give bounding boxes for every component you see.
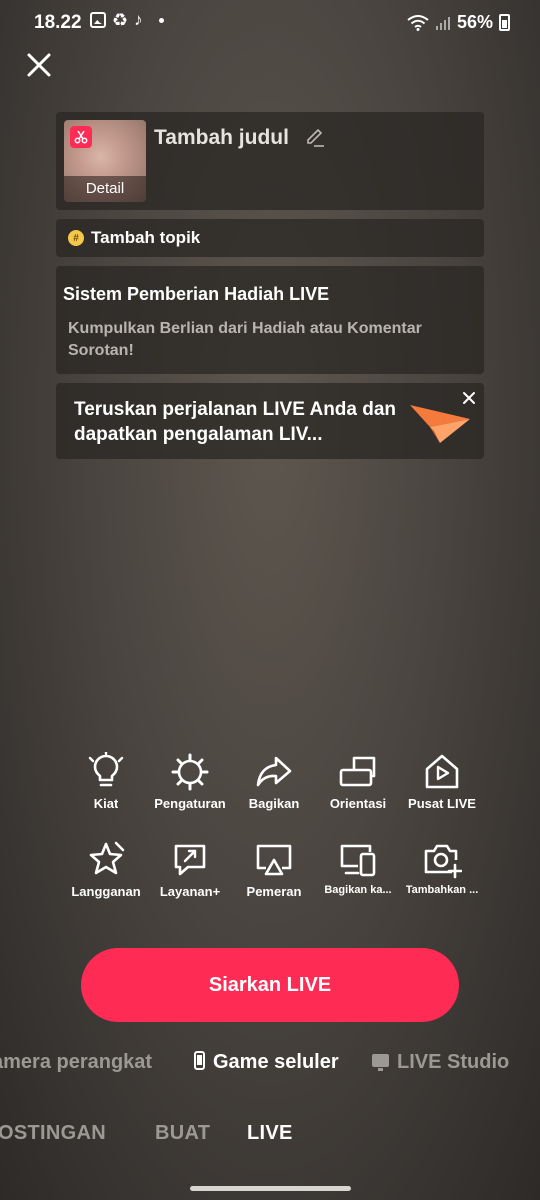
source-live-studio[interactable]: LIVE Studio — [372, 1051, 509, 1074]
tips-button[interactable]: Kiat — [64, 752, 148, 811]
subscription-icon — [89, 841, 125, 875]
source-mobile-game[interactable]: Game seluler — [194, 1051, 339, 1074]
status-bar: 18.22 ♻ ♪ 56% — [0, 0, 540, 46]
signal-icon — [435, 16, 450, 30]
status-right: 56% — [407, 12, 510, 33]
mode-tabs: OSTINGAN BUAT LIVE — [0, 1118, 540, 1148]
share-screen-button[interactable]: Bagikan ka... — [316, 840, 400, 899]
live-center-button[interactable]: Pusat LIVE — [400, 752, 484, 811]
home-indicator[interactable] — [190, 1186, 351, 1191]
gallery-icon — [90, 12, 106, 28]
sync-icon: ♻ — [112, 10, 129, 30]
services-icon — [174, 844, 206, 876]
close-promo-icon[interactable] — [460, 389, 478, 407]
live-center-icon — [425, 754, 459, 789]
share-button[interactable]: Bagikan — [232, 752, 316, 811]
gear-icon — [171, 753, 209, 791]
topic-label: Tambah topik — [91, 228, 201, 247]
add-camera-label: Tambahkan ... — [405, 884, 479, 896]
phone-icon — [194, 1051, 205, 1070]
scissors-icon — [70, 126, 92, 148]
tips-label: Kiat — [93, 796, 119, 811]
go-live-button[interactable]: Siarkan LIVE — [81, 948, 459, 1022]
source-live-studio-label: LIVE Studio — [397, 1051, 510, 1073]
orientation-icon — [339, 756, 376, 787]
orientation-button[interactable]: Orientasi — [316, 752, 400, 811]
close-icon[interactable] — [24, 50, 54, 80]
tab-create[interactable]: BUAT — [155, 1122, 210, 1145]
title-input[interactable]: Tambah judul — [154, 126, 289, 150]
share-screen-label: Bagikan ka... — [324, 884, 392, 896]
battery-icon — [499, 14, 510, 31]
cover-thumbnail[interactable]: Detail — [64, 120, 146, 202]
add-topic-button[interactable]: # Tambah topik — [56, 219, 484, 257]
monitor-icon — [372, 1054, 389, 1071]
services-label: Layanan+ — [159, 884, 221, 899]
topic-icon: # — [68, 230, 84, 246]
cast-button[interactable]: Pemeran — [232, 840, 316, 899]
cast-label: Pemeran — [246, 884, 302, 899]
battery-percent: 56% — [456, 12, 493, 32]
lightbulb-icon — [88, 752, 124, 787]
tab-post[interactable]: OSTINGAN — [0, 1122, 106, 1145]
services-button[interactable]: Layanan+ — [148, 840, 232, 899]
orientation-label: Orientasi — [329, 796, 387, 811]
source-device-camera[interactable]: amera perangkat — [0, 1051, 152, 1074]
tiktok-icon: ♪ — [134, 10, 143, 29]
cast-icon — [256, 844, 292, 876]
detail-label[interactable]: Detail — [64, 176, 146, 202]
settings-button[interactable]: Pengaturan — [148, 752, 232, 811]
subscription-label: Langganan — [71, 884, 141, 899]
pencil-icon[interactable] — [304, 126, 326, 148]
wifi-icon — [407, 14, 429, 31]
promo-text: Teruskan perjalanan LIVE Anda dan dapatk… — [74, 399, 397, 445]
gift-description: Kumpulkan Berlian dari Hadiah atau Komen… — [68, 320, 422, 359]
add-camera-button[interactable]: Tambahkan ... — [400, 840, 484, 899]
tab-live[interactable]: LIVE — [247, 1122, 293, 1145]
source-selector: amera perangkat Game seluler LIVE Studio — [0, 1048, 540, 1078]
actions-row-1: Kiat Pengaturan Bagikan Orientasi Pusat … — [64, 752, 484, 811]
subscription-button[interactable]: Langganan — [64, 840, 148, 899]
status-time: 18.22 — [34, 12, 82, 33]
dot-icon — [158, 17, 164, 23]
actions-row-2: Langganan Layanan+ Pemeran Bagikan ka...… — [64, 840, 484, 899]
notification-icons: ♻ ♪ — [90, 10, 164, 30]
share-icon — [256, 756, 292, 787]
add-camera-icon — [424, 844, 462, 879]
gift-title: Sistem Pemberian Hadiah LIVE — [63, 284, 330, 304]
settings-label: Pengaturan — [154, 796, 226, 811]
promo-banner[interactable]: Teruskan perjalanan LIVE Anda dan dapatk… — [56, 383, 484, 459]
gift-system-card[interactable]: Sistem Pemberian Hadiah LIVE Kumpulkan B… — [56, 266, 484, 374]
share-screen-icon — [340, 844, 376, 877]
source-mobile-game-label: Game seluler — [213, 1051, 339, 1073]
share-label: Bagikan — [248, 796, 300, 811]
live-center-label: Pusat LIVE — [408, 796, 476, 811]
title-card: Detail Tambah judul — [56, 112, 484, 210]
